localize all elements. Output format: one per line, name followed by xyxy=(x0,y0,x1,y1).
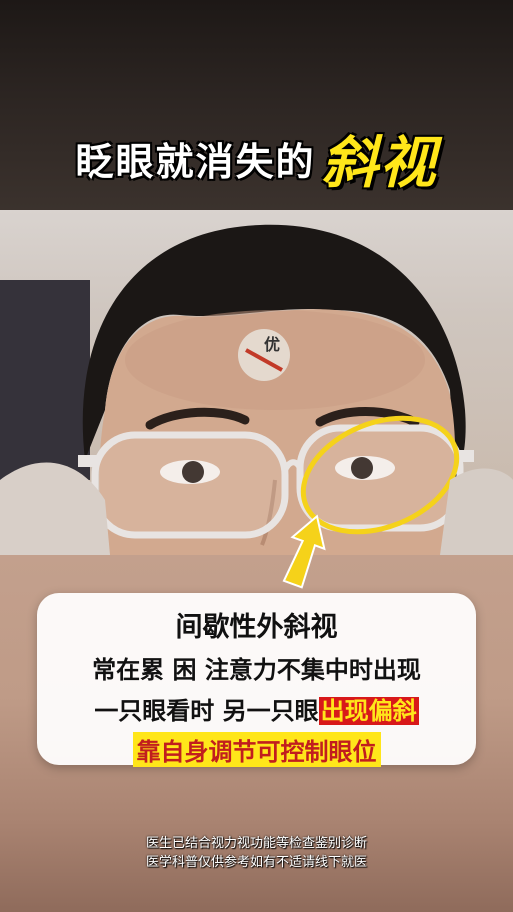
info-card: 间歇性外斜视 常在累 困 注意力不集中时出现 一只眼看时 另一只眼出现偏斜 靠自… xyxy=(37,593,476,767)
glasses-left-hinge xyxy=(78,455,98,467)
right-clothing xyxy=(440,468,513,555)
deviation-highlight: 出现偏斜 xyxy=(318,697,419,725)
deviation-line: 一只眼看时 另一只眼出现偏斜 xyxy=(37,691,476,726)
background-dark xyxy=(0,280,90,480)
video-title: 眨眼就消失的 斜视 xyxy=(0,118,513,199)
control-line: 靠自身调节可控制眼位 xyxy=(132,732,381,767)
disclaimer-line-1: 医生已结合视力视功能等检查鉴别诊断 xyxy=(145,836,367,851)
deviation-prefix: 一只眼看时 另一只眼 xyxy=(94,697,319,725)
pointer-arrow-icon xyxy=(282,514,326,589)
sticker-badge-text: 优 xyxy=(264,335,280,354)
glasses-left-lens xyxy=(91,431,289,539)
title-part-2: 斜视 xyxy=(321,131,438,196)
medical-disclaimer: 医生已结合视力视功能等检查鉴别诊断 医学科普仅供参考如有不适请线下就医 xyxy=(0,834,513,872)
condition-name: 间歇性外斜视 xyxy=(175,612,338,643)
glasses-right-hinge xyxy=(458,450,474,462)
child-photo: 优 xyxy=(0,210,513,555)
child-face-illustration: 优 xyxy=(0,224,513,555)
disclaimer-line-2: 医学科普仅供参考如有不适请线下就医 xyxy=(145,855,367,870)
title-part-1: 眨眼就消失的 xyxy=(75,140,316,184)
symptom-line: 常在累 困 注意力不集中时出现 xyxy=(92,656,421,684)
